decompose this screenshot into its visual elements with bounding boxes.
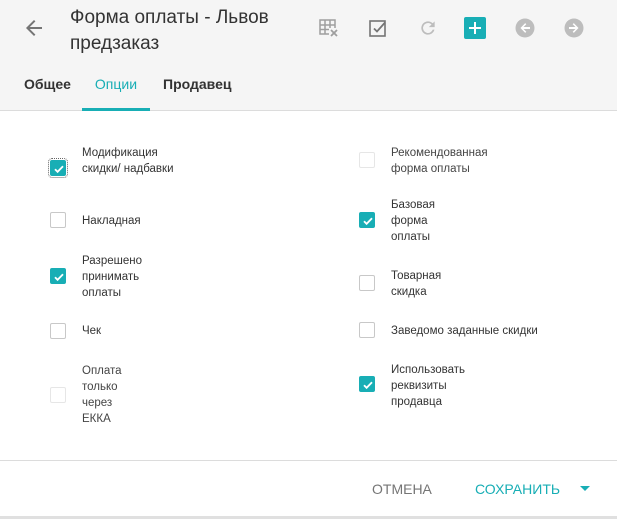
checkbox-ekka-only[interactable] xyxy=(50,387,66,403)
page-title: Форма оплаты - Львов предзаказ xyxy=(70,7,269,54)
checkbox-receipt[interactable] xyxy=(50,323,66,339)
circle-arrow-left-icon xyxy=(515,18,535,38)
label-recommended-payment: Рекомендованная форма оплаты xyxy=(391,147,488,175)
circle-arrow-right-icon xyxy=(564,18,584,38)
delete-table-button[interactable] xyxy=(318,17,340,39)
apply-button[interactable] xyxy=(367,17,389,39)
save-button[interactable]: СОХРАНИТЬ xyxy=(475,481,560,497)
cancel-button[interactable]: ОТМЕНА xyxy=(372,481,432,497)
previous-button[interactable] xyxy=(514,17,536,39)
plus-icon xyxy=(469,22,481,34)
checkbox-recommended-payment[interactable] xyxy=(359,152,375,168)
check-icon xyxy=(363,381,373,390)
checkbox-preset-discounts[interactable] xyxy=(359,322,375,338)
add-button[interactable] xyxy=(464,17,486,39)
arrow-left-icon xyxy=(26,20,42,36)
save-dropdown-icon[interactable] xyxy=(580,486,590,491)
check-icon xyxy=(54,273,64,282)
tab-general[interactable]: Общее xyxy=(24,69,71,111)
check-icon xyxy=(363,217,373,226)
label-preset-discounts: Заведомо заданные скидки xyxy=(391,325,538,337)
label-receipt: Чек xyxy=(82,325,102,337)
table-delete-icon xyxy=(319,19,339,38)
checkbox-allow-payments[interactable] xyxy=(50,268,66,284)
checkbox-use-seller-details[interactable] xyxy=(359,376,375,392)
dialog-footer: ОТМЕНА СОХРАНИТЬ xyxy=(0,460,617,519)
checkbox-invoice[interactable] xyxy=(50,212,66,228)
refresh-button[interactable] xyxy=(417,17,439,39)
label-invoice: Накладная xyxy=(82,215,141,227)
checkbox-product-discount[interactable] xyxy=(359,275,375,291)
label-product-discount: Товарная скидка xyxy=(391,270,442,298)
label-ekka-only: Оплата только через ЕККА xyxy=(82,365,122,425)
label-discount-modification: Модификация скидки/ надбавки xyxy=(82,147,174,175)
tab-seller[interactable]: Продавец xyxy=(163,69,231,111)
tab-bar: Общее Опции Продавец xyxy=(0,69,617,111)
checkbox-base-payment[interactable] xyxy=(359,212,375,228)
dialog-header: Форма оплаты - Львов предзаказ Общее Опц… xyxy=(0,0,617,111)
refresh-icon xyxy=(421,21,435,35)
label-allow-payments: Разрешено принимать оплаты xyxy=(82,255,142,299)
options-panel: Модификация скидки/ надбавки Накладная Р… xyxy=(0,111,617,460)
back-button[interactable] xyxy=(22,16,46,40)
tab-options[interactable]: Опции xyxy=(82,69,150,111)
next-button[interactable] xyxy=(563,17,585,39)
label-base-payment: Базовая форма оплаты xyxy=(391,199,435,243)
checkbox-check-icon xyxy=(369,20,386,37)
label-use-seller-details: Использовать реквизиты продавца xyxy=(391,364,466,408)
checkbox-discount-modification[interactable] xyxy=(48,158,68,178)
check-icon xyxy=(54,165,64,174)
